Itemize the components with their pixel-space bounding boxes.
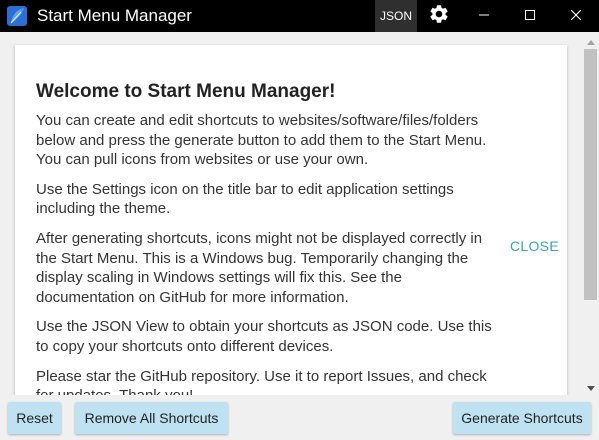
welcome-title: Welcome to Start Menu Manager! [36,81,336,102]
arrow-down-icon [586,378,595,396]
welcome-paragraph: Use the Settings icon on the title bar t… [36,180,454,218]
window-title: Start Menu Manager [37,6,192,25]
arrow-up-icon [586,32,595,50]
welcome-paragraph: Please star the GitHub repository. Use i… [36,367,487,397]
welcome-paragraph: Use the JSON View to obtain your shortcu… [36,318,492,355]
reset-button[interactable]: Reset [8,402,61,434]
gear-icon [428,3,450,30]
settings-button[interactable] [417,0,461,32]
action-bar: Reset Remove All Shortcuts Generate Shor… [0,395,599,440]
generate-shortcuts-button[interactable]: Generate Shortcuts [453,402,591,434]
close-welcome-button[interactable]: CLOSE [510,238,559,254]
welcome-card: Welcome to Start Menu Manager! You can c… [15,45,567,397]
close-window-button[interactable] [553,0,599,32]
minimize-icon [479,7,489,25]
json-view-button[interactable]: JSON [375,0,417,32]
remove-all-shortcuts-button[interactable]: Remove All Shortcuts [75,402,228,434]
app-logo-icon [6,5,28,27]
scroll-up-button[interactable] [582,32,599,49]
title-bar: Start Menu Manager JSON [0,0,599,32]
scrollbar-thumb[interactable] [584,49,597,300]
vertical-scrollbar[interactable] [582,32,599,395]
maximize-icon [525,7,535,25]
close-icon [570,7,582,25]
content-scroll-area[interactable]: Welcome to Start Menu Manager! You can c… [0,32,599,397]
welcome-paragraph: After generating shortcuts, icons might … [36,229,483,306]
minimize-button[interactable] [461,0,507,32]
welcome-body: You can create and edit shortcuts to web… [36,111,496,397]
maximize-button[interactable] [507,0,553,32]
scroll-down-button[interactable] [582,378,599,395]
welcome-paragraph: You can create and edit shortcuts to web… [36,112,487,169]
app-window: Start Menu Manager JSON Welcome to Start… [0,0,599,440]
